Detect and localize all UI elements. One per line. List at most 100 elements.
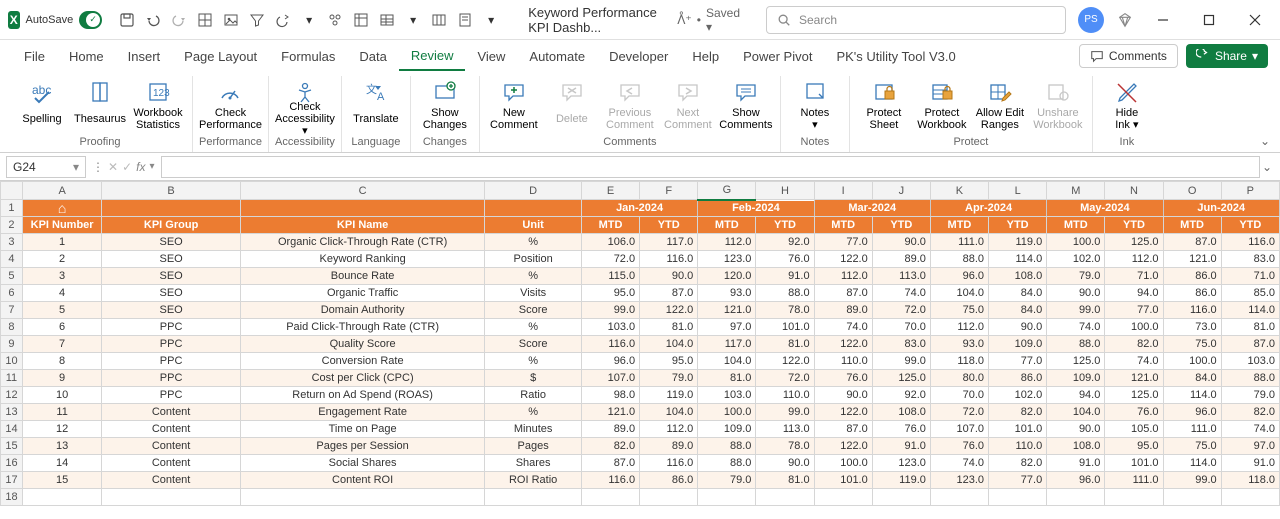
fx-icon[interactable]: fx	[136, 160, 145, 174]
user-avatar[interactable]: PS	[1078, 7, 1104, 33]
cell[interactable]: 76.0	[872, 421, 930, 438]
cell[interactable]: 74.0	[1221, 421, 1279, 438]
cell[interactable]: 83.0	[872, 336, 930, 353]
cell[interactable]: 10	[22, 387, 101, 404]
cell[interactable]: Quality Score	[240, 336, 484, 353]
row-header[interactable]: 16	[1, 455, 23, 472]
showcomments-button[interactable]: Show Comments	[718, 76, 774, 134]
cell[interactable]: 89.0	[872, 251, 930, 268]
cell[interactable]: 111.0	[1163, 421, 1221, 438]
cell[interactable]: 116.0	[640, 455, 698, 472]
cell[interactable]: ROI Ratio	[485, 472, 582, 489]
cell[interactable]: 74.0	[872, 285, 930, 302]
column-header[interactable]: P	[1221, 182, 1279, 200]
cell[interactable]: 114.0	[1221, 302, 1279, 319]
cell[interactable]: 99.0	[756, 404, 814, 421]
name-box[interactable]: G24 ▾	[6, 156, 86, 178]
cell[interactable]: 81.0	[756, 472, 814, 489]
cell[interactable]: 115.0	[581, 268, 639, 285]
cell[interactable]: Visits	[485, 285, 582, 302]
cell[interactable]: 88.0	[1221, 370, 1279, 387]
cell[interactable]: 121.0	[1105, 370, 1163, 387]
cell[interactable]: 91.0	[872, 438, 930, 455]
qat-dropdown3-icon[interactable]: ▾	[480, 9, 502, 31]
minimize-button[interactable]	[1146, 6, 1180, 34]
enter-icon[interactable]: ✓	[122, 160, 132, 174]
cell[interactable]: 114.0	[1163, 455, 1221, 472]
cell[interactable]: Organic Traffic	[240, 285, 484, 302]
column-header[interactable]: C	[240, 182, 484, 200]
cell[interactable]: 116.0	[581, 336, 639, 353]
cell[interactable]: 75.0	[930, 302, 988, 319]
cell[interactable]: 72.0	[930, 404, 988, 421]
cell[interactable]: 116.0	[1221, 234, 1279, 251]
cell[interactable]: 87.0	[1163, 234, 1221, 251]
cell[interactable]: Score	[485, 336, 582, 353]
cell[interactable]: 1	[22, 234, 101, 251]
row-header[interactable]: 7	[1, 302, 23, 319]
cell[interactable]: 96.0	[930, 268, 988, 285]
cell[interactable]: 79.0	[1221, 387, 1279, 404]
cell[interactable]: Domain Authority	[240, 302, 484, 319]
cell[interactable]: Time on Page	[240, 421, 484, 438]
row-header[interactable]: 12	[1, 387, 23, 404]
row-header[interactable]: 4	[1, 251, 23, 268]
cell[interactable]: 74.0	[930, 455, 988, 472]
cell[interactable]	[581, 489, 639, 506]
cell[interactable]: 122.0	[756, 353, 814, 370]
cell[interactable]: 101.0	[756, 319, 814, 336]
cell[interactable]: Shares	[485, 455, 582, 472]
qat-dropdown-icon[interactable]: ▾	[298, 9, 320, 31]
cell[interactable]: 81.0	[1221, 319, 1279, 336]
cell[interactable]: 108.0	[989, 268, 1047, 285]
cell[interactable]	[102, 489, 241, 506]
cell[interactable]: 88.0	[698, 455, 756, 472]
cell[interactable]: 114.0	[989, 251, 1047, 268]
cell[interactable]: PPC	[102, 370, 241, 387]
cell[interactable]: 103.0	[1221, 353, 1279, 370]
chevron-down-icon[interactable]: ▾	[73, 160, 79, 174]
thesaurus-button[interactable]: Thesaurus	[72, 76, 128, 134]
cell[interactable]	[485, 489, 582, 506]
cell[interactable]: Content	[102, 404, 241, 421]
column-header[interactable]: N	[1105, 182, 1163, 200]
cell[interactable]: 79.0	[640, 370, 698, 387]
cell[interactable]: 100.0	[1047, 234, 1105, 251]
row-header[interactable]: 10	[1, 353, 23, 370]
column-header[interactable]: A	[22, 182, 101, 200]
redo-icon[interactable]	[168, 9, 190, 31]
cell[interactable]	[1163, 489, 1221, 506]
cell[interactable]: 87.0	[814, 285, 872, 302]
cell[interactable]: 90.0	[989, 319, 1047, 336]
cell[interactable]: 15	[22, 472, 101, 489]
cell[interactable]: 82.0	[581, 438, 639, 455]
cell[interactable]: 119.0	[989, 234, 1047, 251]
qat-dropdown2-icon[interactable]: ▾	[402, 9, 424, 31]
close-button[interactable]	[1238, 6, 1272, 34]
document-title[interactable]: Keyword Performance KPI Dashb...	[528, 5, 659, 35]
cell[interactable]: 103.0	[698, 387, 756, 404]
cell[interactable]: 72.0	[756, 370, 814, 387]
cell[interactable]: 101.0	[989, 421, 1047, 438]
cell[interactable]: %	[485, 268, 582, 285]
search-input[interactable]: Search	[766, 6, 1066, 34]
tab-review[interactable]: Review	[399, 42, 466, 71]
cell[interactable]: 122.0	[640, 302, 698, 319]
cell[interactable]: Keyword Ranking	[240, 251, 484, 268]
cell[interactable]	[814, 489, 872, 506]
row-header[interactable]: 9	[1, 336, 23, 353]
cell[interactable]: 112.0	[930, 319, 988, 336]
row-header[interactable]: 8	[1, 319, 23, 336]
column-header[interactable]: B	[102, 182, 241, 200]
datamodel-icon[interactable]	[428, 9, 450, 31]
cell[interactable]: 92.0	[872, 387, 930, 404]
cell[interactable]: Pages per Session	[240, 438, 484, 455]
cell[interactable]: 119.0	[640, 387, 698, 404]
cell[interactable]: 112.0	[640, 421, 698, 438]
cell[interactable]: 96.0	[581, 353, 639, 370]
cell[interactable]: PPC	[102, 336, 241, 353]
cell[interactable]: 76.0	[930, 438, 988, 455]
column-header[interactable]: O	[1163, 182, 1221, 200]
cell[interactable]: 95.0	[1105, 438, 1163, 455]
cell[interactable]: 109.0	[1047, 370, 1105, 387]
